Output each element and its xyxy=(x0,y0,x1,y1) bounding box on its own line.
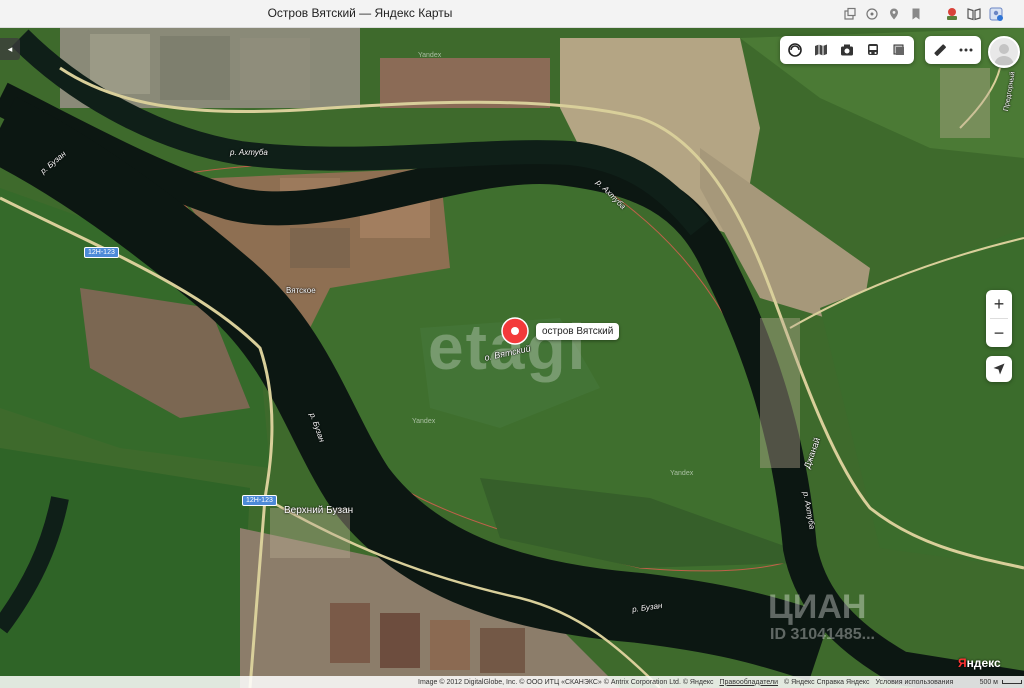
terms-link[interactable]: Условия использования xyxy=(876,679,954,686)
more-icon[interactable] xyxy=(953,37,979,63)
road-shield: 12Н-123 xyxy=(242,495,277,506)
imagery-mark: Yandex xyxy=(670,470,694,477)
tab-group-icon[interactable] xyxy=(840,4,860,24)
camera-icon[interactable] xyxy=(834,37,860,63)
location-icon[interactable] xyxy=(884,4,904,24)
account-icon[interactable] xyxy=(986,4,1006,24)
ruler-icon[interactable] xyxy=(927,37,953,63)
attribution-text: Image © 2012 DigitalGlobe, Inc. © ООО ИТ… xyxy=(418,678,714,686)
river-label-akhtuba-top: р. Ахтуба xyxy=(230,148,268,157)
rights-holders-link[interactable]: Правообладатели xyxy=(719,679,778,686)
locate-me-button[interactable] xyxy=(986,356,1012,382)
zoom-out-button[interactable]: − xyxy=(986,319,1012,347)
map-extra-group xyxy=(925,36,981,64)
zoom-in-button[interactable]: + xyxy=(986,290,1012,318)
map-tools-group xyxy=(780,36,914,64)
browser-title-bar: Остров Вятский — Яндекс Карты xyxy=(0,0,1024,28)
user-avatar[interactable] xyxy=(988,36,1020,68)
pin-label[interactable]: остров Вятский xyxy=(536,323,620,340)
layers-stack-icon[interactable] xyxy=(886,37,912,63)
settlement-verkhniy-buzan: Верхний Бузан xyxy=(284,505,354,516)
footer-links[interactable]: © Яндекс Справка Яндекс xyxy=(784,679,870,686)
road-shield: 12Н-123 xyxy=(84,247,119,258)
settlement-vyatskoe: Вятское xyxy=(286,286,316,295)
reader-icon[interactable] xyxy=(964,4,984,24)
cian-id-watermark: ID 31041485... xyxy=(770,626,875,643)
imagery-mark: Yandex xyxy=(418,52,442,59)
side-panel-toggle[interactable]: ◂ xyxy=(0,38,20,60)
window-title: Остров Вятский — Яндекс Карты xyxy=(267,6,453,20)
cian-watermark: ЦИАН xyxy=(768,588,867,626)
location-pin-icon[interactable] xyxy=(500,316,530,346)
navigation-arrow-icon xyxy=(993,363,1005,375)
extensions-icon[interactable] xyxy=(862,4,882,24)
browser-toolbar-icons xyxy=(838,4,1006,24)
scale-bar: 500 м xyxy=(974,676,1022,688)
attribution-bar: Image © 2012 DigitalGlobe, Inc. © ООО ИТ… xyxy=(0,676,1024,688)
yandex-logo: Яндекс xyxy=(958,656,1001,670)
bookmark-icon[interactable] xyxy=(906,4,926,24)
imagery-mark: Yandex xyxy=(412,418,436,425)
bus-icon[interactable] xyxy=(860,37,886,63)
panorama-icon[interactable] xyxy=(808,37,834,63)
satellite-map[interactable]: р. Ахтуба р. Ахтуба р. Ахтуба р. Бузан р… xyxy=(0,28,1024,688)
layers-icon[interactable] xyxy=(782,37,808,63)
zoom-control: + − xyxy=(986,290,1012,347)
profile-sticker-icon[interactable] xyxy=(942,4,962,24)
